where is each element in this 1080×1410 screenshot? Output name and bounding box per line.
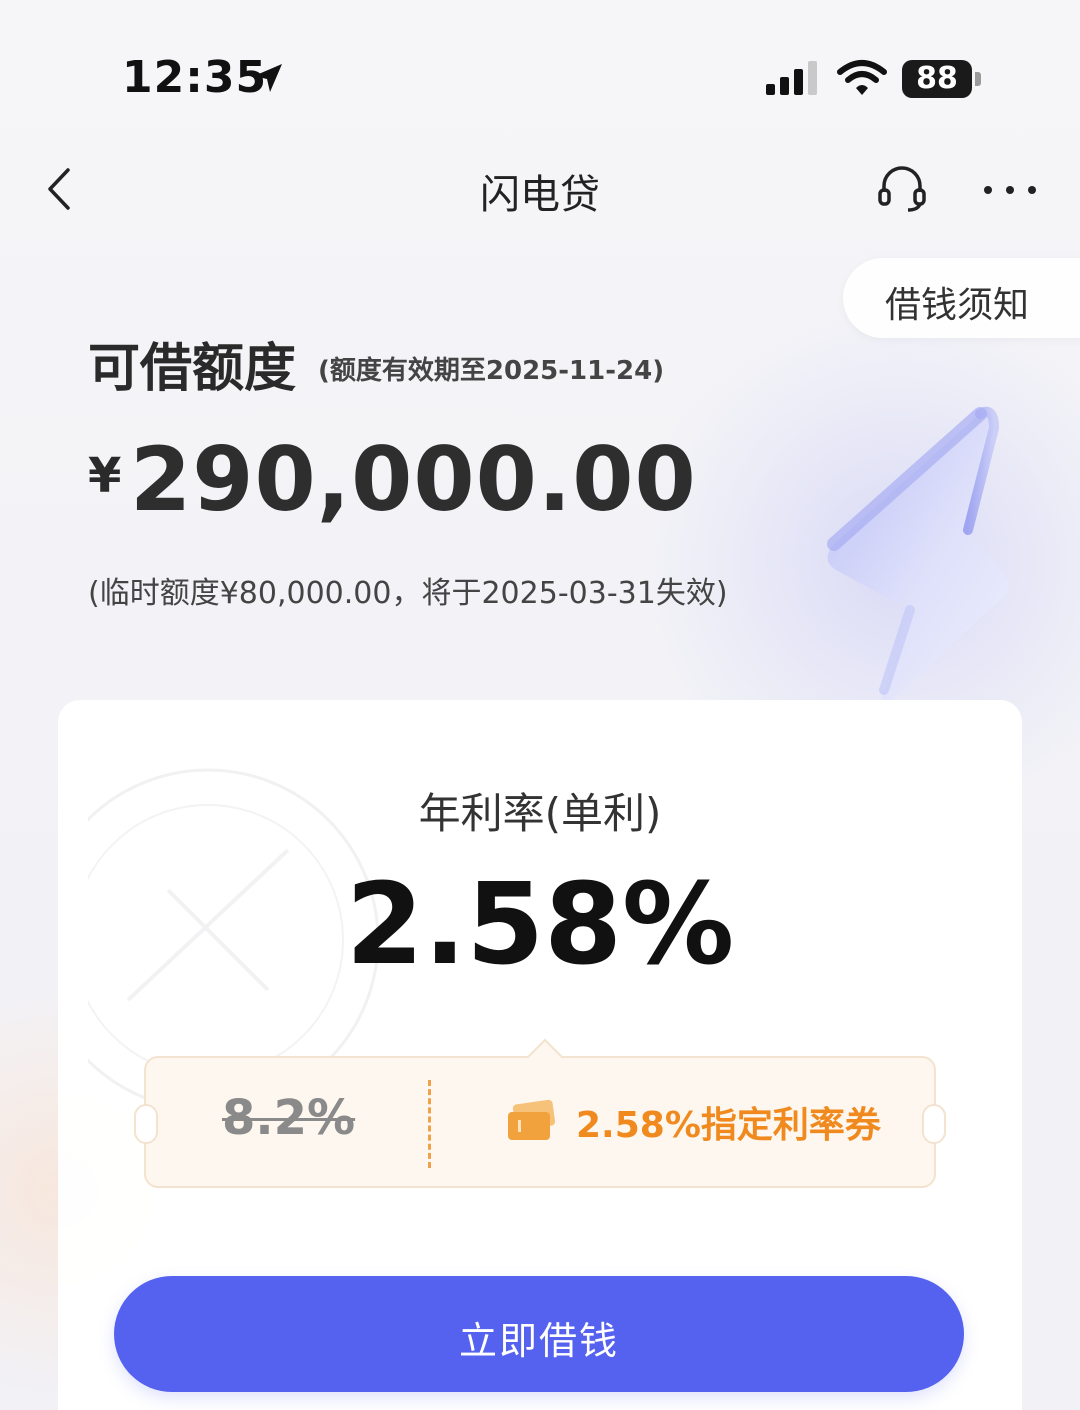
- nav-bar: 闪电贷: [0, 150, 1080, 230]
- coupon-notch-right: [922, 1104, 946, 1144]
- back-chevron-icon[interactable]: [40, 164, 80, 214]
- customer-service-headset-icon[interactable]: [876, 162, 928, 214]
- location-arrow-icon: [254, 64, 282, 92]
- temporary-credit-note: (临时额度¥80,000.00，将于2025-03-31失效): [88, 576, 728, 611]
- lightning-bolt-icon: [827, 406, 1010, 702]
- currency-symbol: ¥: [88, 448, 122, 504]
- more-options-icon[interactable]: [980, 170, 1040, 210]
- borrowing-notice-button[interactable]: 借钱须知: [843, 258, 1080, 338]
- rate-coupon-strip[interactable]: 8.2% 2.58%指定利率券: [134, 1038, 946, 1188]
- coupon-text: 2.58%指定利率券: [576, 1105, 881, 1146]
- credit-validity-text: (额度有效期至2025-11-24): [318, 356, 665, 386]
- original-rate-strikethrough: 8.2%: [222, 1090, 356, 1146]
- coupon-pointer: [526, 1038, 564, 1076]
- borrowing-notice-label: 借钱须知: [885, 285, 1030, 326]
- battery-tip: [975, 72, 981, 86]
- annual-rate-label: 年利率(单利): [418, 789, 662, 838]
- borrow-now-button[interactable]: 立即借钱: [114, 1276, 964, 1392]
- wifi-icon: [837, 60, 887, 95]
- coupon-notch-left: [134, 1104, 158, 1144]
- cellular-signal-icon: [766, 61, 817, 95]
- battery-level: 88: [902, 60, 972, 98]
- loan-page: 12:35 88 闪电贷 借钱须知 可借额度 (额度有效期至2025-11-24…: [0, 0, 1080, 1410]
- page-title: 闪电贷: [480, 172, 600, 218]
- status-time: 12:35: [122, 52, 268, 103]
- annual-rate-value: 2.58%: [345, 860, 735, 990]
- coupon-ticket-icon: [508, 1099, 556, 1140]
- status-bar: 12:35 88: [0, 0, 1080, 150]
- available-credit-label: 可借额度: [88, 339, 297, 399]
- credit-amount: 290,000.00: [130, 428, 697, 531]
- coupon-dashed-divider: [428, 1080, 431, 1168]
- borrow-now-label: 立即借钱: [458, 1319, 619, 1363]
- interest-rate-card: 年利率(单利) 2.58% 8.2% 2.58%指定利率券 立即借钱: [58, 700, 1022, 1410]
- battery-icon: 88: [902, 60, 982, 100]
